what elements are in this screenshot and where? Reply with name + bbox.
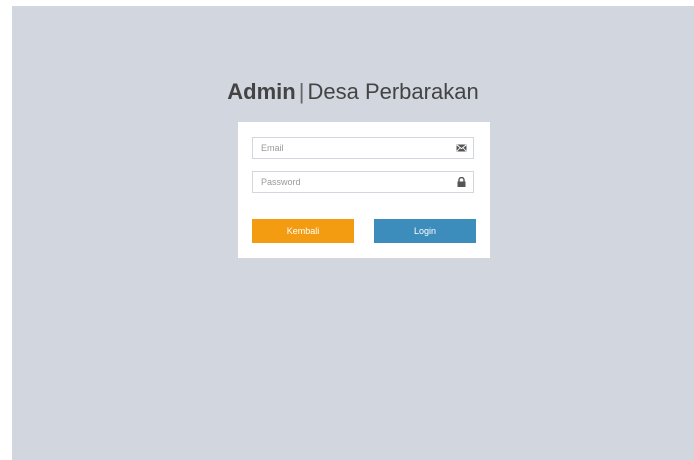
lock-icon [457, 177, 466, 187]
login-button[interactable]: Login [374, 219, 476, 243]
envelope-icon [456, 144, 467, 152]
password-input[interactable] [253, 172, 441, 192]
login-box: Kembali Login [238, 122, 490, 258]
back-button[interactable]: Kembali [252, 219, 354, 243]
email-field [252, 137, 474, 159]
page-title: Admin | Desa Perbarakan [12, 78, 694, 106]
app-subtitle: Desa Perbarakan [307, 79, 479, 104]
login-page: Admin|Desa Perbarakan Kembali Login [12, 6, 694, 460]
app-name: Admin [227, 79, 296, 104]
email-input[interactable] [253, 138, 441, 158]
title-separator: | [298, 79, 305, 104]
password-field [252, 171, 474, 193]
